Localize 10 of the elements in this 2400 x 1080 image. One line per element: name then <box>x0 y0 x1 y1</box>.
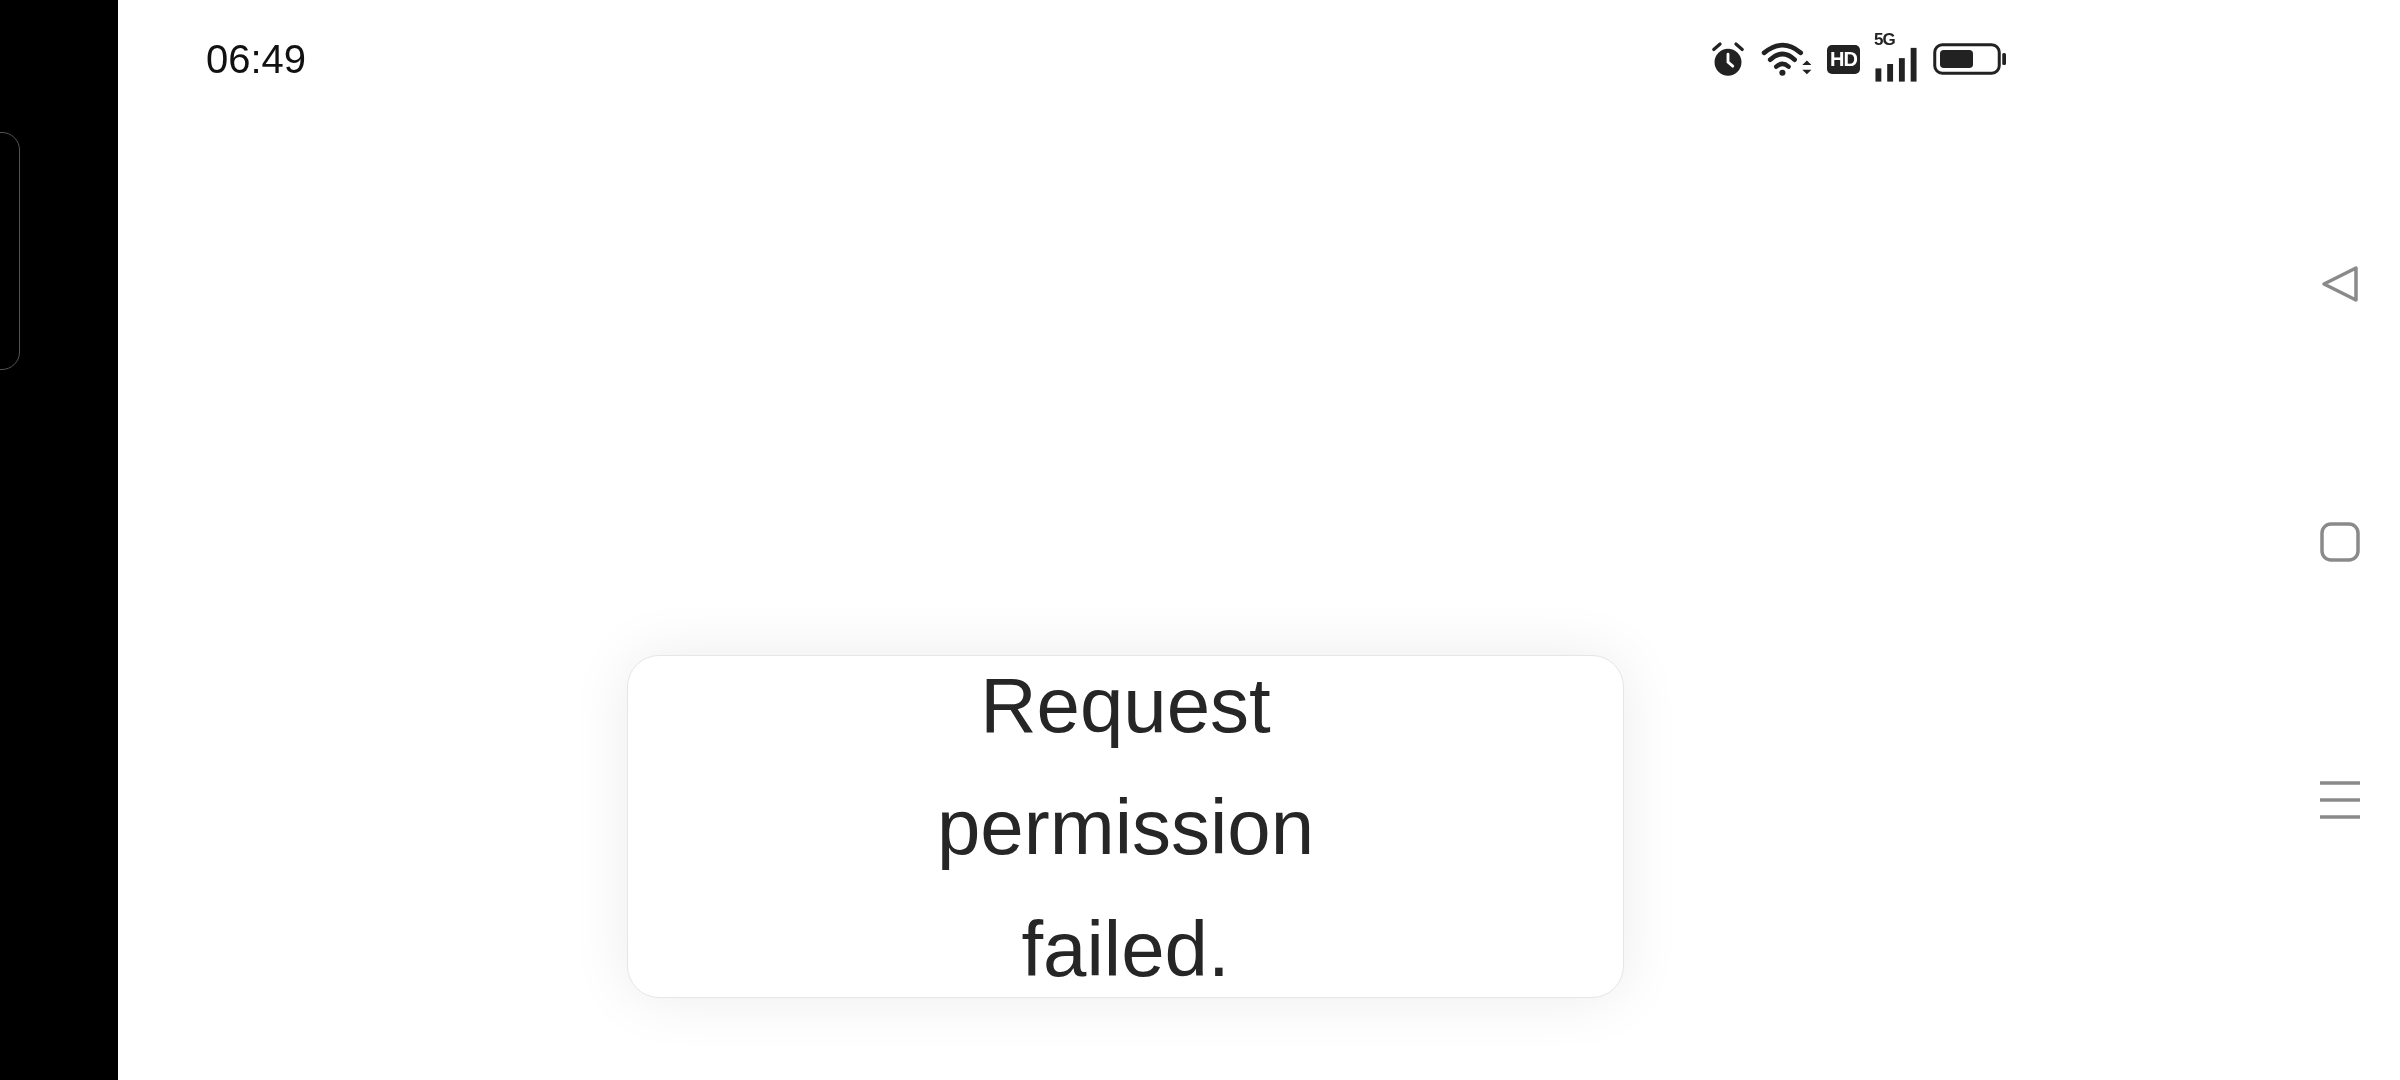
clock-time: 06:49 <box>206 36 307 82</box>
menu-icon[interactable] <box>2319 780 2361 820</box>
back-icon[interactable] <box>2320 264 2360 304</box>
signal-icon <box>1874 46 1918 82</box>
wifi-icon <box>1761 40 1814 78</box>
home-icon[interactable] <box>2320 522 2360 562</box>
toast-message: Request permission failed. <box>627 655 1624 998</box>
network-type: 5G <box>1874 30 1895 50</box>
hd-badge: HD <box>1827 44 1860 74</box>
battery-icon <box>1932 41 2008 77</box>
